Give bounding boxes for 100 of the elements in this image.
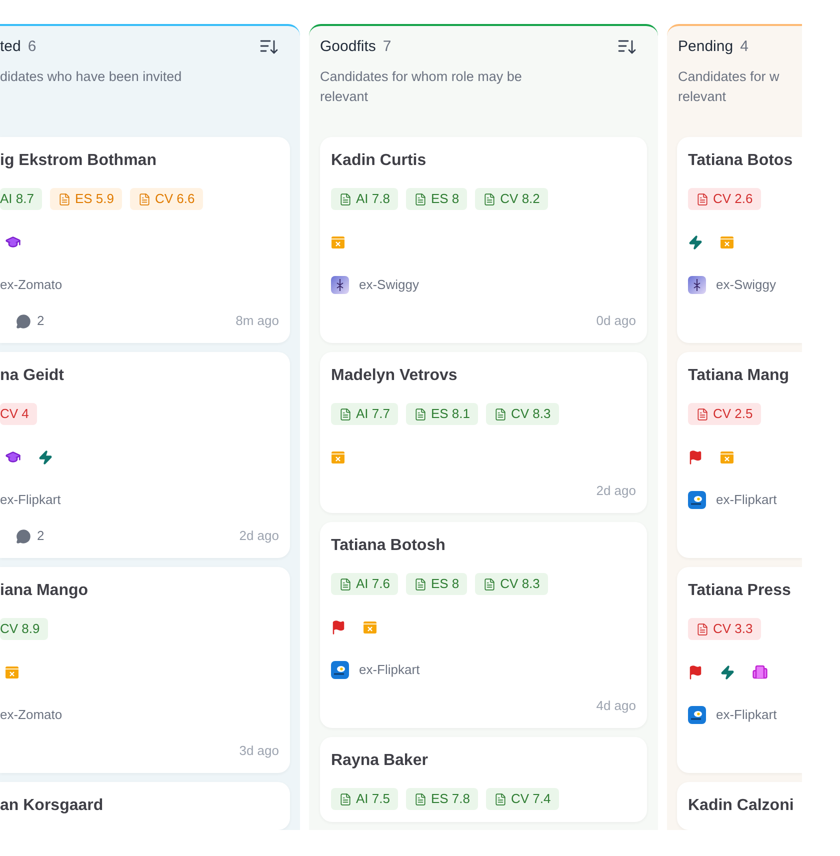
timestamp: 2d ago [239,527,279,546]
previous-company: ex-Swiggy [359,276,419,294]
score-badge: ES 8 [406,573,468,595]
candidate-name: Tatiana Press [688,581,791,601]
candidate-card[interactable]: iana Mango CV 8.9 ex-Zomato 3d ago [0,567,290,773]
previous-company: ex-Swiggy [716,276,776,294]
lightning-icon [688,234,703,250]
document-icon [339,792,352,806]
column-title: Pending [678,36,734,57]
column-title: Goodfits [320,36,376,57]
document-icon [138,192,151,206]
timestamp: 4d ago [596,697,636,716]
comment-count: 2 [37,527,44,546]
calendar-icon [720,450,734,464]
lightning-icon [38,450,53,464]
candidate-card[interactable]: Kadin Curtis AI 7.8 ES 8 CV 8.2 ex-Swiggy 0d ago [320,137,647,343]
company-logo-icon [331,661,349,679]
score-badge: CV 2.6 [688,188,761,210]
candidate-card[interactable]: Tatiana Botos CV 2.6 ex-Swiggy [677,137,802,343]
flag-icon [688,664,703,680]
candidate-name: Rayna Baker [331,751,428,771]
flag-icon [688,450,703,464]
lightning-icon [720,664,735,680]
calendar-icon [331,235,345,249]
graduation-cap-icon [5,449,21,465]
comment-icon [16,528,31,544]
previous-company: ex-Flipkart [359,661,420,680]
previous-company: ex-Flipkart [716,491,777,510]
company-logo-icon [331,276,349,294]
comment-icon [16,314,31,328]
score-badge: AI 7.8 [331,188,398,210]
document-icon [414,792,427,806]
document-icon [414,192,427,206]
timestamp: 8m ago [236,312,279,330]
candidate-name: na Geidt [0,366,64,386]
sort-icon[interactable] [260,39,278,55]
candidate-name: an Korsgaard [0,796,104,816]
timestamp: 3d ago [239,742,279,760]
candidate-card[interactable]: Rayna Baker AI 7.5 ES 7.8 CV 7.4 [320,737,647,822]
building-icon [752,664,768,680]
document-icon [414,578,427,590]
score-badge: AI 8.7 [0,188,42,210]
flag-icon [331,620,346,634]
calendar-icon [331,450,345,464]
document-icon [483,192,496,206]
candidate-card[interactable]: Madelyn Vetrovs AI 7.7 ES 8.1 CV 8.3 2d ago [320,352,647,513]
score-badge: CV 7.4 [486,788,559,810]
candidate-name: ig Ekstrom Bothman [0,151,156,171]
candidate-name: Kadin Calzoni [688,796,794,816]
previous-company: ex-Zomato [0,276,62,294]
candidate-card[interactable]: Kadin Calzoni [677,782,802,830]
document-icon [339,408,352,420]
candidate-name: Tatiana Botos [688,151,793,171]
document-icon [414,408,427,420]
score-badge: AI 7.6 [331,573,398,595]
score-badge: ES 5.9 [50,188,122,210]
timestamp: 2d ago [596,482,636,500]
candidate-card[interactable]: an Korsgaard [0,782,290,830]
previous-company: ex-Zomato [0,706,62,724]
score-badge: CV 4 [0,403,37,425]
candidate-name: Madelyn Vetrovs [331,366,458,386]
candidate-card[interactable]: Tatiana Press CV 3.3 ex-Flipkart [677,567,802,773]
document-icon [339,578,352,590]
company-logo-icon [688,491,706,509]
score-badge: CV 8.9 [0,618,48,640]
document-icon [696,622,709,636]
column-title: ted [0,36,21,57]
document-icon [494,408,507,420]
candidate-card[interactable]: Tatiana Mang CV 2.5 ex-Flipkart [677,352,802,558]
candidate-card[interactable]: ig Ekstrom Bothman AI 8.7 ES 5.9 CV 6.6 ex-Zomato 2 8m ago [0,137,290,343]
candidate-name: Tatiana Botosh [331,536,446,556]
timestamp: 0d ago [596,312,636,330]
score-badge: CV 8.3 [486,403,559,425]
company-logo-icon [688,706,706,724]
candidate-card[interactable]: Tatiana Botosh AI 7.6 ES 8 CV 8.3 ex-Flipkart 4d ago [320,522,647,728]
document-icon [58,192,71,206]
score-badge: CV 2.5 [688,403,761,425]
document-icon [696,192,709,206]
sort-icon[interactable] [618,39,636,55]
document-icon [696,408,709,420]
candidate-name: Tatiana Mang [688,366,790,386]
document-icon [339,192,352,206]
candidate-card[interactable]: na Geidt CV 4 ex-Flipkart 2 2d ago [0,352,290,558]
document-icon [494,792,507,806]
score-badge: CV 8.2 [475,188,548,210]
calendar-icon [363,620,377,634]
column-count: 4 [740,36,748,57]
previous-company: ex-Flipkart [0,491,61,510]
previous-company: ex-Flipkart [716,706,777,724]
column-description: Candidates for whom role may be [320,68,523,86]
score-badge: AI 7.5 [331,788,398,810]
column-count: 7 [382,36,392,57]
company-logo-icon [688,276,706,294]
graduation-cap-icon [5,234,21,250]
column-count: 6 [28,36,36,57]
score-badge: AI 7.7 [331,403,398,425]
column-description: relevant [320,88,370,106]
score-badge: CV 8.3 [475,573,548,595]
candidate-name: iana Mango [0,581,88,601]
column-description: didates who have been invited [0,68,183,86]
